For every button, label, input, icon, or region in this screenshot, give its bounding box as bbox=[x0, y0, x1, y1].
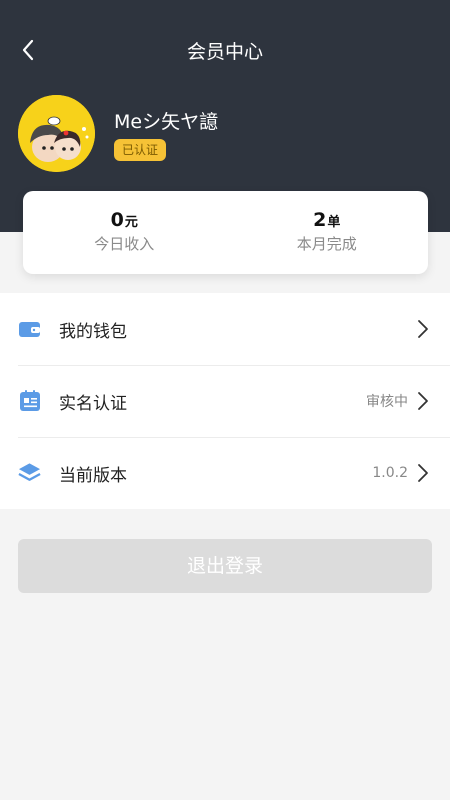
stats-card: 0元 今日收入 2单 本月完成 bbox=[23, 191, 428, 274]
id-card-icon bbox=[18, 390, 41, 413]
menu-item-label: 实名认证 bbox=[59, 393, 127, 414]
wallet-icon bbox=[18, 318, 41, 341]
menu-item-label: 当前版本 bbox=[59, 465, 127, 486]
menu-item-real-name-verification[interactable]: 实名认证 审核中 bbox=[0, 365, 450, 437]
chevron-right-icon bbox=[416, 462, 430, 484]
stat-unit: 元 bbox=[124, 215, 138, 230]
menu-item-value: 审核中 bbox=[366, 394, 408, 410]
stat-label: 今日收入 bbox=[94, 235, 155, 253]
menu-list: 我的钱包 实名认证 审核中 当前版本 1.0.2 bbox=[0, 293, 450, 509]
nav-bar: 会员中心 bbox=[0, 26, 450, 74]
page-title: 会员中心 bbox=[186, 41, 263, 63]
stat-label: 本月完成 bbox=[296, 235, 357, 253]
layers-icon bbox=[18, 462, 41, 485]
stat-month-completed: 2单 本月完成 bbox=[226, 191, 429, 274]
menu-item-value: 1.0.2 bbox=[372, 465, 408, 481]
stat-value: 2 bbox=[313, 209, 327, 231]
logout-button[interactable]: 退出登录 bbox=[18, 539, 432, 593]
menu-item-wallet[interactable]: 我的钱包 bbox=[0, 293, 450, 365]
stat-value: 0 bbox=[110, 209, 124, 231]
avatar-illustration-icon bbox=[18, 95, 95, 172]
chevron-right-icon bbox=[416, 318, 430, 340]
chevron-right-icon bbox=[416, 390, 430, 412]
menu-item-current-version[interactable]: 当前版本 1.0.2 bbox=[0, 437, 450, 509]
avatar[interactable] bbox=[18, 95, 95, 172]
stat-today-income: 0元 今日收入 bbox=[23, 191, 226, 274]
username: Meシ矢ヤ譩 bbox=[114, 111, 219, 133]
verified-badge: 已认证 bbox=[114, 139, 167, 161]
stat-unit: 单 bbox=[327, 215, 341, 230]
menu-item-label: 我的钱包 bbox=[59, 321, 127, 342]
